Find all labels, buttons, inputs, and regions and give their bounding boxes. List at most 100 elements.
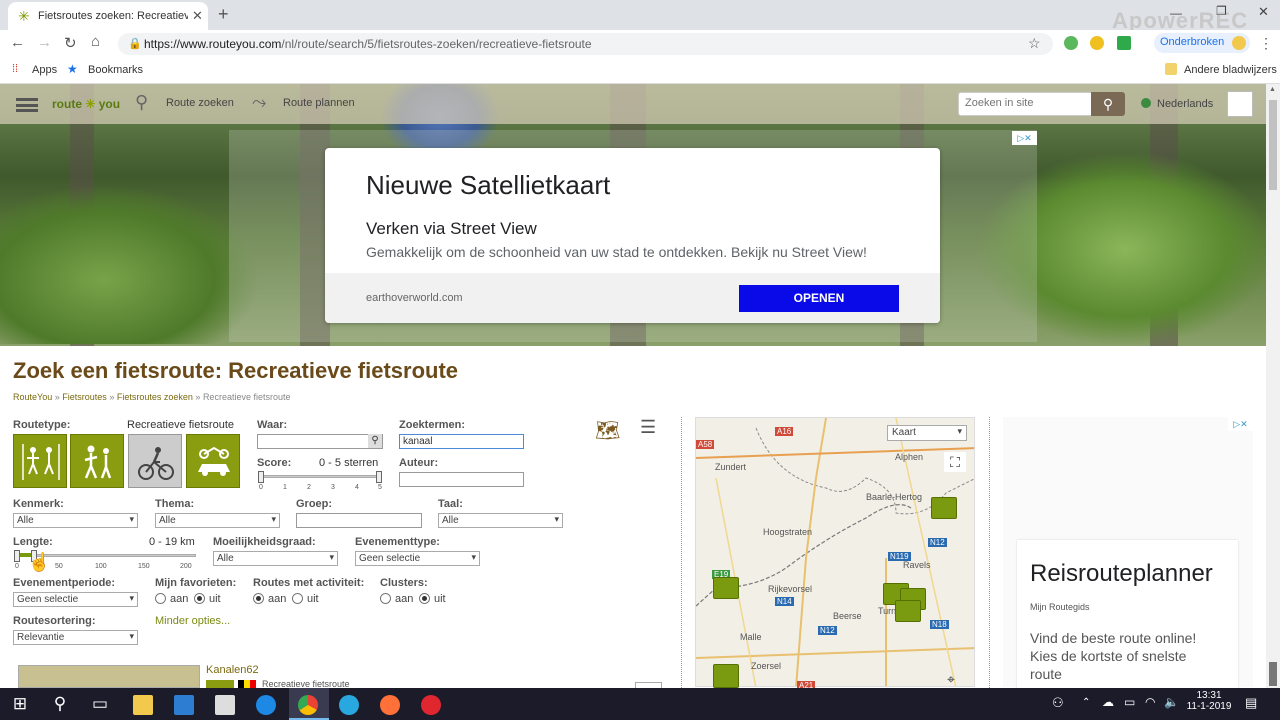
maximize-icon[interactable]: ❐ xyxy=(1216,4,1227,18)
route-marker-icon[interactable] xyxy=(713,664,739,688)
bookmark-star-icon[interactable]: ☆ xyxy=(1028,35,1041,52)
ad-card[interactable]: Nieuwe Satellietkaart Verken via Street … xyxy=(325,148,940,323)
scrollbar-thumb[interactable] xyxy=(1269,100,1277,190)
clusters-aan-radio[interactable]: aan xyxy=(380,593,413,605)
user-avatar[interactable] xyxy=(1227,91,1253,117)
evenementtype-select[interactable]: Geen selectie xyxy=(355,551,480,566)
route-marker-icon[interactable] xyxy=(895,600,921,622)
activiteit-aan-radio[interactable]: aan xyxy=(253,593,286,605)
cloud-icon[interactable]: ☁ xyxy=(1102,695,1114,709)
search-icon[interactable]: ⚲ xyxy=(45,694,75,714)
bookmark-bookmarks[interactable]: Bookmarks xyxy=(88,64,143,76)
favorieten-aan-radio[interactable]: aan xyxy=(155,593,188,605)
reload-icon[interactable]: ↻ xyxy=(64,34,77,52)
my-location-icon[interactable]: ⌖ xyxy=(947,671,955,688)
groep-input[interactable] xyxy=(296,513,422,528)
notifications-icon[interactable]: ▤ xyxy=(1245,695,1257,711)
close-tab-icon[interactable]: ✕ xyxy=(192,8,203,24)
close-window-icon[interactable]: ✕ xyxy=(1258,4,1269,20)
zoektermen-input[interactable]: kanaal xyxy=(399,434,524,449)
thema-select[interactable]: Alle xyxy=(155,513,280,528)
sortering-select[interactable]: Relevantie xyxy=(13,630,138,645)
taskbar-clock[interactable]: 13:31 11-1-2019 xyxy=(1186,690,1232,712)
windows-start-icon[interactable]: ⊞ xyxy=(5,694,35,714)
battery-icon[interactable]: ▭ xyxy=(1124,695,1135,709)
file-explorer-icon[interactable] xyxy=(133,695,153,715)
profile-button[interactable]: Onderbroken xyxy=(1154,33,1250,53)
activiteit-uit-radio[interactable]: uit xyxy=(292,593,319,605)
internet-explorer-icon[interactable] xyxy=(339,695,359,715)
task-view-icon[interactable]: ▭ xyxy=(85,694,115,714)
routetype-hiking-tile[interactable] xyxy=(70,434,124,488)
adchoices-icon[interactable]: ▷✕ xyxy=(1012,131,1037,145)
show-hidden-icon[interactable]: ⌃ xyxy=(1082,697,1090,708)
site-search-input[interactable] xyxy=(965,97,1093,109)
scrollbar-lower-thumb[interactable] xyxy=(1269,662,1277,686)
side-ad-card[interactable]: Reisrouteplanner Mijn Routegids Vind de … xyxy=(1017,540,1238,690)
result-title[interactable]: Kanalen62 xyxy=(206,664,259,676)
store-icon[interactable] xyxy=(174,695,194,715)
routetype-all-tile[interactable] xyxy=(13,434,67,488)
route-map[interactable] xyxy=(695,417,975,687)
scroll-up-icon[interactable]: ▲ xyxy=(1269,86,1276,93)
route-marker-icon[interactable] xyxy=(931,497,957,519)
search-route-icon[interactable]: ⚲ xyxy=(135,92,148,113)
back-icon[interactable]: ← xyxy=(10,34,25,51)
home-icon[interactable]: ⌂ xyxy=(91,33,100,50)
routeyou-logo[interactable]: route ✳ you xyxy=(52,97,120,111)
new-tab-icon[interactable]: + xyxy=(218,4,229,25)
route-planner-icon[interactable]: ⤳ xyxy=(252,92,266,113)
mail-icon[interactable] xyxy=(215,695,235,715)
moeilijkheid-select[interactable]: Alle xyxy=(213,551,338,566)
route-marker-icon[interactable] xyxy=(713,577,739,599)
extension-check-icon[interactable] xyxy=(1064,36,1078,50)
kenmerk-select[interactable]: Alle xyxy=(13,513,138,528)
other-bookmarks[interactable]: Andere bladwijzers xyxy=(1184,64,1277,76)
minimize-icon[interactable]: — xyxy=(1170,6,1182,20)
minder-opties-link[interactable]: Minder opties... xyxy=(155,615,230,627)
result-thumbnail[interactable] xyxy=(18,665,200,688)
wifi-icon[interactable]: ◠ xyxy=(1145,695,1155,709)
clusters-uit-radio[interactable]: uit xyxy=(419,593,446,605)
breadcrumb-routeyou[interactable]: RouteYou xyxy=(13,392,52,402)
map-type-select[interactable]: Kaart ▾ xyxy=(887,425,967,441)
lengte-slider-min-handle[interactable] xyxy=(14,550,20,562)
nav-route-plannen[interactable]: Route plannen xyxy=(283,97,355,109)
location-search-icon[interactable]: ⚲ xyxy=(368,434,382,448)
forward-icon[interactable]: → xyxy=(37,34,52,51)
extension-search-icon[interactable] xyxy=(1090,36,1104,50)
list-view-icon[interactable]: ☰ xyxy=(640,418,656,436)
score-slider-min-handle[interactable] xyxy=(258,471,264,483)
site-search-field[interactable] xyxy=(958,92,1093,116)
apps-grid-icon[interactable]: ⁞⁞ xyxy=(12,63,18,75)
language-selector[interactable]: Nederlands xyxy=(1141,98,1213,110)
volume-icon[interactable]: 🔈 xyxy=(1164,695,1179,709)
chrome-icon[interactable] xyxy=(298,695,318,715)
nav-route-zoeken[interactable]: Route zoeken xyxy=(166,97,234,109)
firefox-icon[interactable] xyxy=(380,695,400,715)
ad-open-button[interactable]: OPENEN xyxy=(739,285,899,312)
breadcrumb-fietsroutes[interactable]: Fietsroutes xyxy=(62,392,107,402)
evenementperiode-select[interactable]: Geen selectie xyxy=(13,592,138,607)
routetype-cycling-tile[interactable] xyxy=(128,434,182,488)
waar-input[interactable] xyxy=(257,434,383,449)
score-slider-max-handle[interactable] xyxy=(376,471,382,483)
world-map-view-icon[interactable]: 🗺 xyxy=(595,418,620,443)
adchoices-icon[interactable]: ▷✕ xyxy=(1228,417,1253,431)
breadcrumb-fietsroutes-zoeken[interactable]: Fietsroutes zoeken xyxy=(117,392,193,402)
routetype-motorized-tile[interactable] xyxy=(186,434,240,488)
auteur-input[interactable] xyxy=(399,472,524,487)
browser-menu-icon[interactable]: ⋮ xyxy=(1259,35,1273,52)
favorieten-uit-radio[interactable]: uit xyxy=(194,593,221,605)
people-icon[interactable]: ⚇ xyxy=(1052,695,1064,711)
edge-icon[interactable] xyxy=(256,695,276,715)
bookmark-apps[interactable]: Apps xyxy=(32,64,57,76)
browser-tab[interactable]: ✳ Fietsroutes zoeken: Recreatieve f ✕ xyxy=(8,2,208,30)
taal-select[interactable]: Alle xyxy=(438,513,563,528)
hamburger-menu-icon[interactable] xyxy=(16,98,38,112)
address-bar[interactable]: 🔒 https://www.routeyou.com/nl/route/sear… xyxy=(118,33,1053,55)
fullscreen-icon[interactable]: ⛶ xyxy=(944,452,966,472)
opera-icon[interactable] xyxy=(421,695,441,715)
site-search-button[interactable]: ⚲ xyxy=(1091,92,1125,116)
extension-checkbox-icon[interactable] xyxy=(1117,36,1131,50)
